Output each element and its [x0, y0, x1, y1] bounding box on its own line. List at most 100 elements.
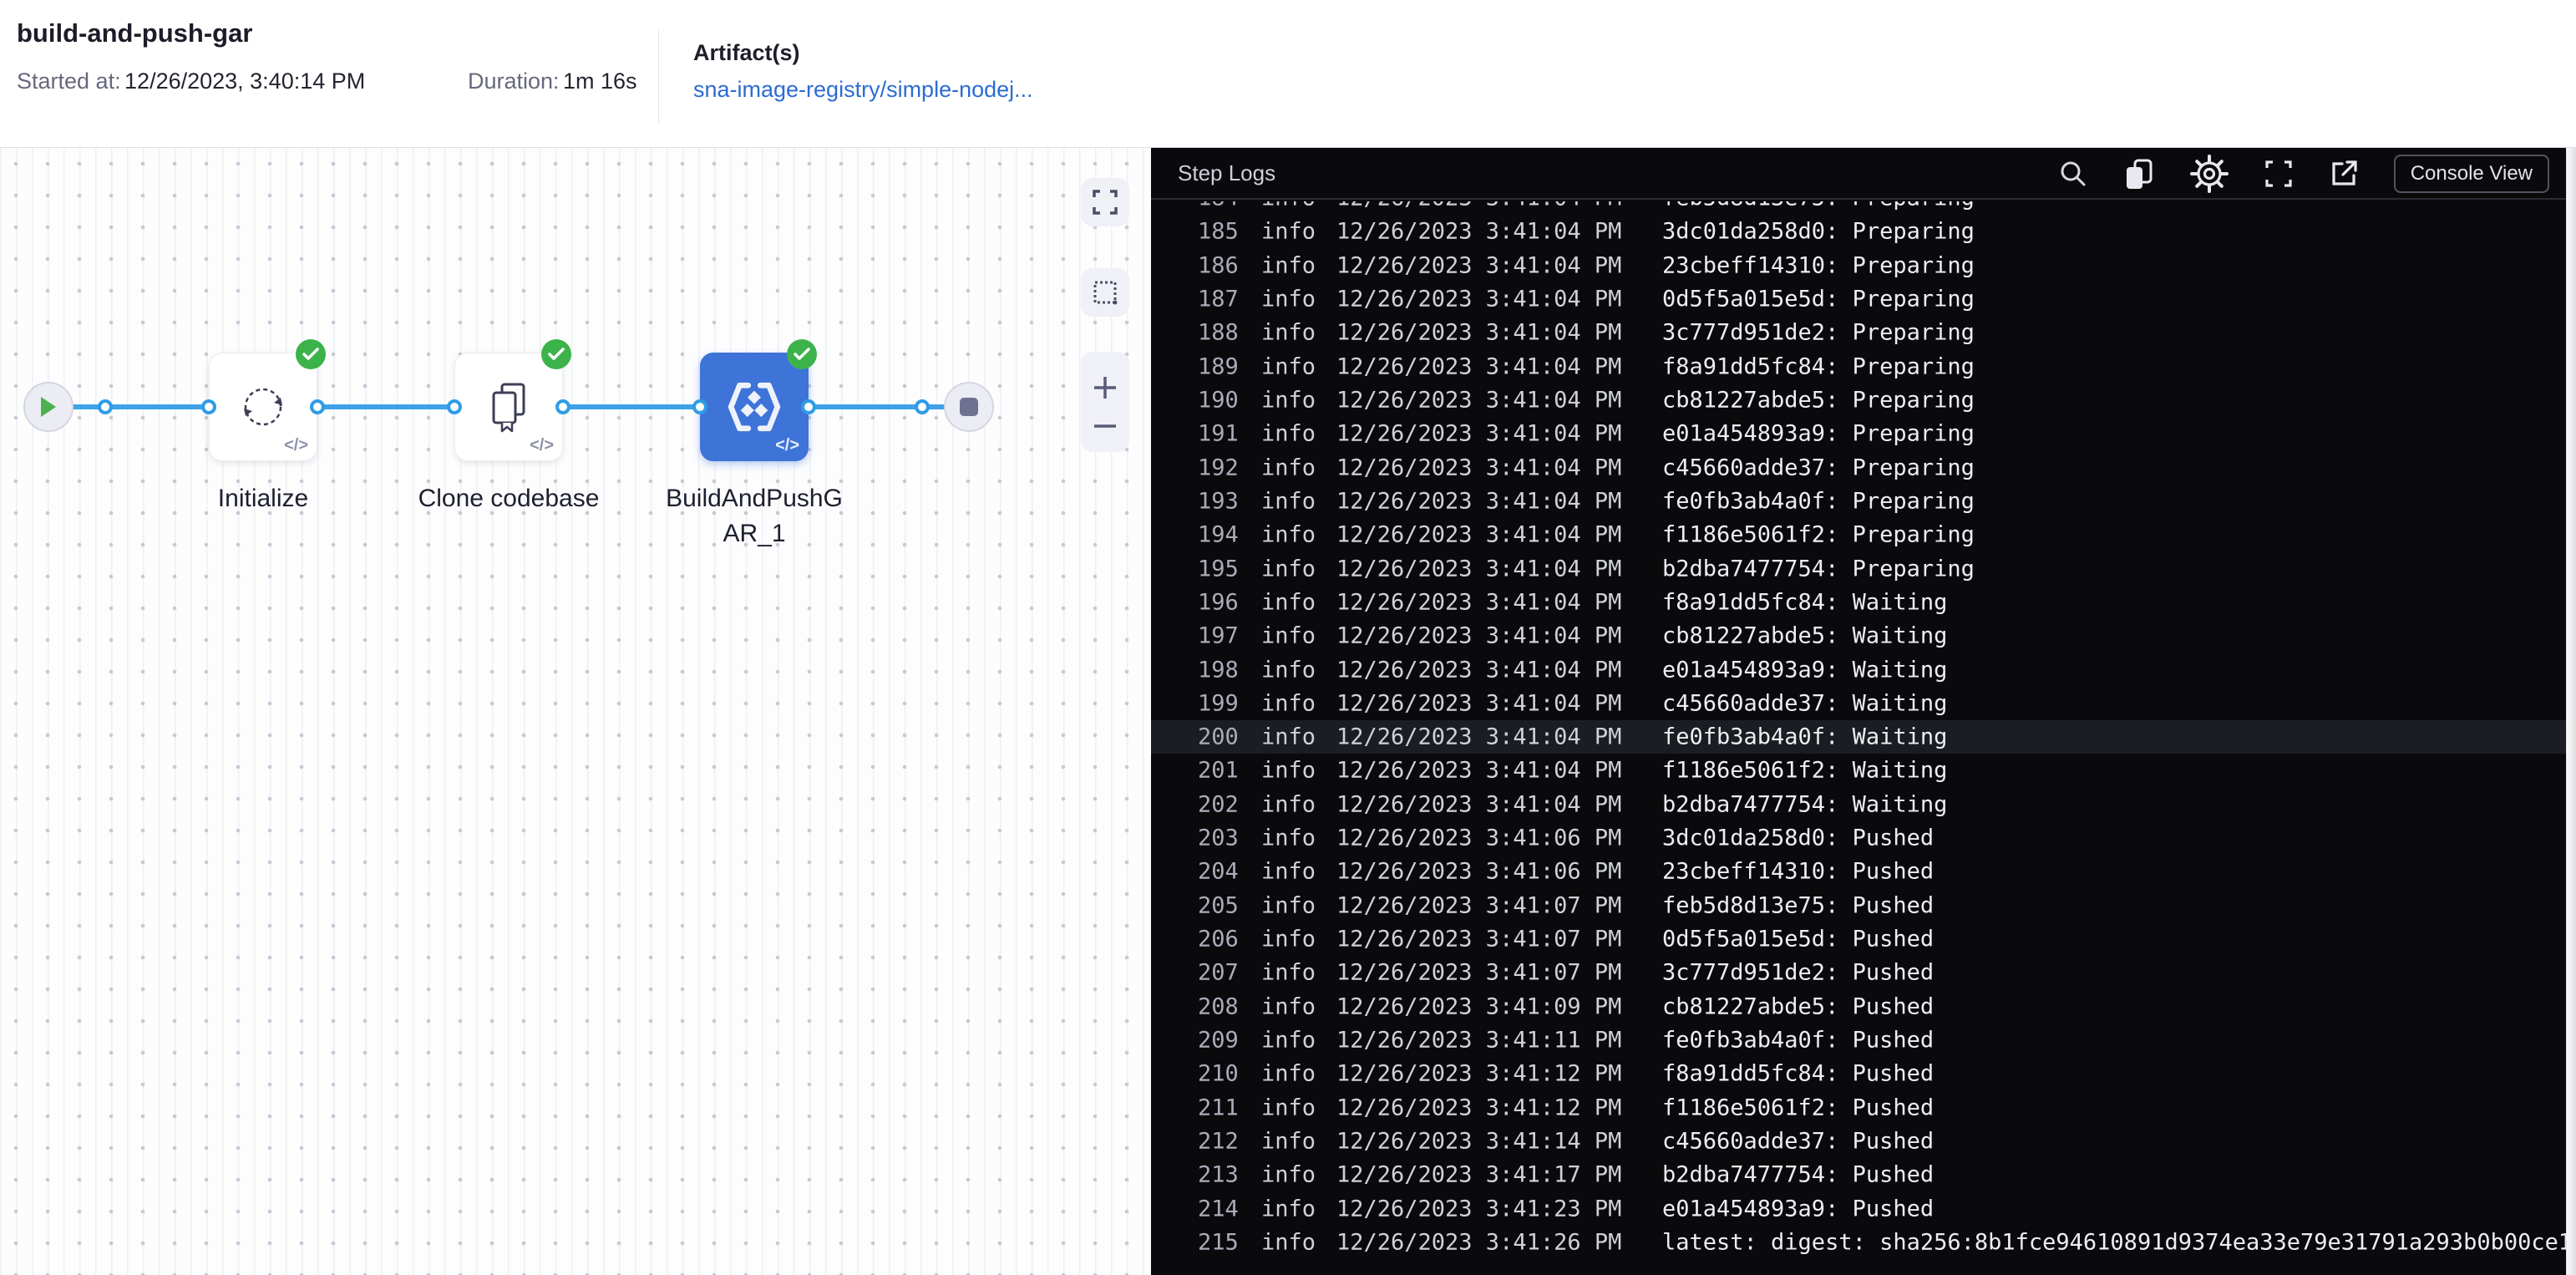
- log-num: 197: [1198, 622, 1239, 649]
- log-row[interactable]: 185 info 12/26/2023 3:41:04 PM 3dc01da258d0…: [1151, 215, 2566, 248]
- log-msg: 0d5f5a015e5d: Preparing: [1662, 286, 1975, 312]
- started-at-value: 12/26/2023, 3:40:14 PM: [124, 69, 366, 94]
- log-lvl: info: [1261, 1060, 1316, 1087]
- log-num: 198: [1198, 657, 1239, 683]
- log-row[interactable]: 211 info 12/26/2023 3:41:12 PM f1186e5061f2…: [1151, 1090, 2566, 1124]
- log-row[interactable]: 208 info 12/26/2023 3:41:09 PM cb81227abde5…: [1151, 990, 2566, 1024]
- log-row[interactable]: 198 info 12/26/2023 3:41:04 PM e01a454893a9…: [1151, 653, 2566, 686]
- log-row[interactable]: 195 info 12/26/2023 3:41:04 PM b2dba7477754…: [1151, 551, 2566, 585]
- log-msg: fe0fb3ab4a0f: Pushed: [1662, 1027, 1935, 1054]
- log-msg: f8a91dd5fc84: Preparing: [1662, 353, 1975, 380]
- log-rows[interactable]: 184 info 12/26/2023 3:41:04 PM feb5d8d13e75…: [1151, 201, 2566, 1275]
- open-in-new-icon: [2332, 160, 2357, 185]
- log-row[interactable]: 209 info 12/26/2023 3:41:11 PM fe0fb3ab4a0f…: [1151, 1024, 2566, 1057]
- step-node-clone-codebase[interactable]: </>: [454, 353, 563, 461]
- check-icon: [548, 348, 565, 360]
- copy-logs-button[interactable]: [2123, 157, 2155, 190]
- log-lvl: info: [1261, 252, 1316, 279]
- log-row[interactable]: 207 info 12/26/2023 3:41:07 PM 3c777d951de2…: [1151, 956, 2566, 989]
- log-row[interactable]: 190 info 12/26/2023 3:41:04 PM cb81227abde5…: [1151, 384, 2566, 417]
- log-time: 12/26/2023 3:41:14 PM: [1336, 1128, 1622, 1155]
- log-row[interactable]: 191 info 12/26/2023 3:41:04 PM e01a454893a9…: [1151, 417, 2566, 450]
- expand-logs-button[interactable]: [2264, 159, 2294, 189]
- log-msg: 3dc01da258d0: Preparing: [1662, 218, 1975, 245]
- log-num: 185: [1198, 218, 1239, 245]
- log-row[interactable]: 212 info 12/26/2023 3:41:14 PM c45660adde37…: [1151, 1125, 2566, 1158]
- log-row[interactable]: 202 info 12/26/2023 3:41:04 PM b2dba7477754…: [1151, 788, 2566, 821]
- log-msg: c45660adde37: Pushed: [1662, 1128, 1935, 1155]
- log-num: 199: [1198, 690, 1239, 717]
- log-row[interactable]: 203 info 12/26/2023 3:41:06 PM 3dc01da258d0…: [1151, 821, 2566, 855]
- log-row[interactable]: 201 info 12/26/2023 3:41:04 PM f1186e5061f2…: [1151, 754, 2566, 787]
- log-time: 12/26/2023 3:41:04 PM: [1336, 690, 1622, 717]
- log-row[interactable]: 196 info 12/26/2023 3:41:04 PM f8a91dd5fc84…: [1151, 586, 2566, 619]
- log-msg: 3c777d951de2: Pushed: [1662, 959, 1935, 986]
- success-badge: [541, 339, 571, 369]
- log-row[interactable]: 193 info 12/26/2023 3:41:04 PM fe0fb3ab4a0f…: [1151, 485, 2566, 518]
- zoom-out-button[interactable]: [1092, 422, 1118, 430]
- log-row[interactable]: 192 info 12/26/2023 3:41:04 PM c45660adde37…: [1151, 451, 2566, 485]
- log-row[interactable]: 187 info 12/26/2023 3:41:04 PM 0d5f5a015e5d…: [1151, 282, 2566, 316]
- log-row[interactable]: 184 info 12/26/2023 3:41:04 PM feb5d8d13e75…: [1151, 201, 2566, 215]
- log-num: 214: [1198, 1196, 1239, 1222]
- log-num: 211: [1198, 1095, 1239, 1121]
- log-lvl: info: [1261, 825, 1316, 851]
- log-row[interactable]: 188 info 12/26/2023 3:41:04 PM 3c777d951de2…: [1151, 316, 2566, 349]
- fullscreen-icon: [2265, 160, 2292, 187]
- canvas-marquee-select-button[interactable]: [1081, 268, 1129, 317]
- log-msg: e01a454893a9: Preparing: [1662, 420, 1975, 447]
- console-view-button[interactable]: Console View: [2393, 155, 2549, 193]
- log-row[interactable]: 199 info 12/26/2023 3:41:04 PM c45660adde37…: [1151, 687, 2566, 720]
- log-row[interactable]: 206 info 12/26/2023 3:41:07 PM 0d5f5a015e5d…: [1151, 922, 2566, 956]
- log-msg: b2dba7477754: Pushed: [1662, 1161, 1935, 1188]
- connector-port: [201, 399, 216, 414]
- log-msg: 3dc01da258d0: Pushed: [1662, 825, 1935, 851]
- connector-port: [801, 399, 816, 414]
- step-node-initialize[interactable]: </>: [209, 353, 317, 461]
- open-in-new-button[interactable]: [2329, 159, 2359, 189]
- log-lvl: info: [1261, 1229, 1316, 1256]
- search-button[interactable]: [2058, 159, 2088, 189]
- log-row[interactable]: 213 info 12/26/2023 3:41:17 PM b2dba7477754…: [1151, 1158, 2566, 1191]
- log-row[interactable]: 210 info 12/26/2023 3:41:12 PM f8a91dd5fc84…: [1151, 1057, 2566, 1090]
- marquee-select-icon: [1093, 281, 1118, 305]
- log-time: 12/26/2023 3:41:04 PM: [1336, 218, 1622, 245]
- log-lvl: info: [1261, 1128, 1316, 1155]
- execution-header: build-and-push-gar Started at: 12/26/202…: [0, 0, 2576, 148]
- log-row[interactable]: 215 info 12/26/2023 3:41:26 PM latest: dige…: [1151, 1226, 2566, 1259]
- log-row[interactable]: 214 info 12/26/2023 3:41:23 PM e01a454893a9…: [1151, 1191, 2566, 1225]
- log-time: 12/26/2023 3:41:04 PM: [1336, 556, 1622, 582]
- log-row[interactable]: 197 info 12/26/2023 3:41:04 PM cb81227abde5…: [1151, 619, 2566, 653]
- artifact-link[interactable]: sna-image-registry/simple-nodej...: [693, 77, 1033, 103]
- log-num: 192: [1198, 455, 1239, 481]
- log-settings-button[interactable]: [2189, 155, 2229, 193]
- log-row[interactable]: 194 info 12/26/2023 3:41:04 PM f1186e5061f2…: [1151, 518, 2566, 551]
- log-row[interactable]: 200 info 12/26/2023 3:41:04 PM fe0fb3ab4a0f…: [1151, 720, 2566, 754]
- log-num: 188: [1198, 319, 1239, 346]
- log-lvl: info: [1261, 858, 1316, 885]
- canvas-fit-view-button[interactable]: [1081, 178, 1129, 226]
- log-time: 12/26/2023 3:41:26 PM: [1336, 1229, 1622, 1256]
- log-lvl: info: [1261, 353, 1316, 380]
- log-lvl: info: [1261, 926, 1316, 952]
- log-num: 187: [1198, 286, 1239, 312]
- log-row[interactable]: 204 info 12/26/2023 3:41:06 PM 23cbeff14310…: [1151, 855, 2566, 888]
- log-msg: feb5d8d13e75: Preparing: [1662, 201, 1975, 211]
- log-lvl: info: [1261, 286, 1316, 312]
- log-row[interactable]: 186 info 12/26/2023 3:41:04 PM 23cbeff14310…: [1151, 249, 2566, 282]
- log-lvl: info: [1261, 488, 1316, 515]
- log-row[interactable]: 205 info 12/26/2023 3:41:07 PM feb5d8d13e75…: [1151, 889, 2566, 922]
- log-lvl: info: [1261, 690, 1316, 717]
- log-row[interactable]: 189 info 12/26/2023 3:41:04 PM f8a91dd5fc84…: [1151, 350, 2566, 384]
- gar-registry-icon: [728, 382, 781, 432]
- log-num: 213: [1198, 1161, 1239, 1188]
- log-msg: b2dba7477754: Waiting: [1662, 791, 1948, 818]
- pipeline-canvas[interactable]: </> </> </> Initialize Clone codebase Bu…: [0, 148, 1151, 1275]
- pipeline-end-node: [944, 382, 994, 432]
- scrollbar-track[interactable]: [2566, 148, 2576, 1275]
- duration-value: 1m 16s: [563, 69, 637, 94]
- step-node-build-and-push-gar[interactable]: </>: [700, 353, 809, 461]
- success-badge: [787, 339, 817, 369]
- log-num: 195: [1198, 556, 1239, 582]
- zoom-in-button[interactable]: [1092, 374, 1118, 401]
